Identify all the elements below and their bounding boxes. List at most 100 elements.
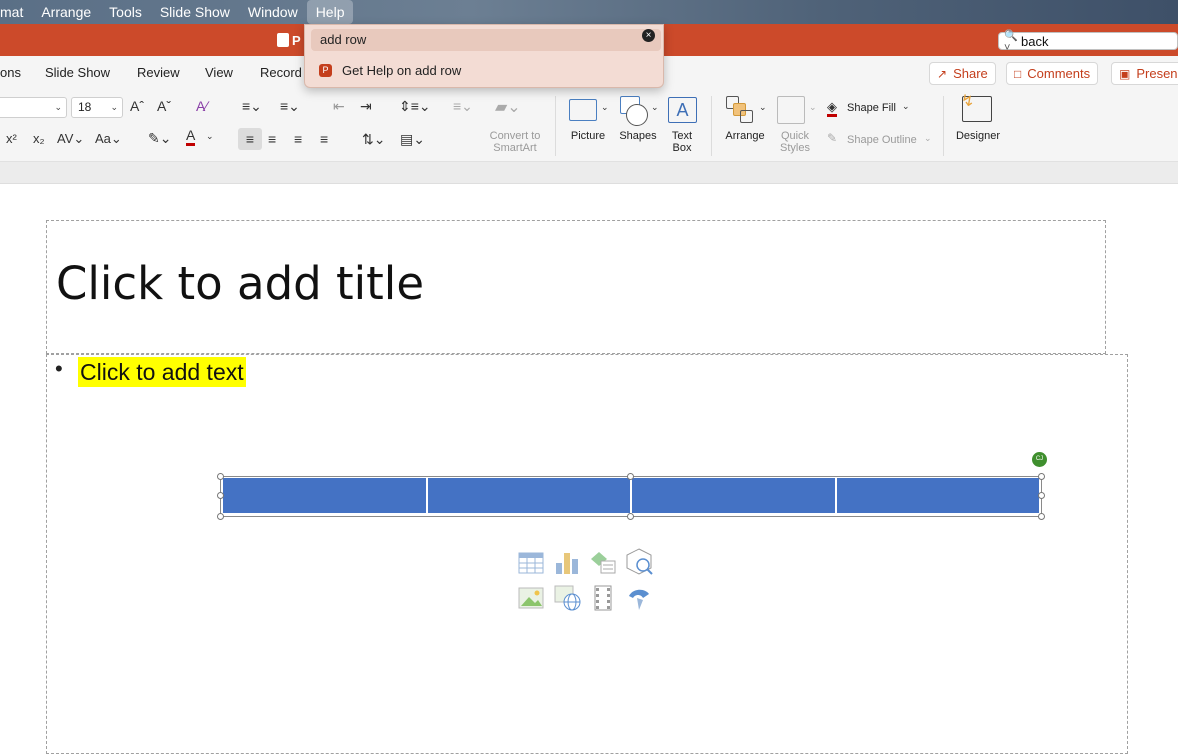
search-value: back [1021, 33, 1049, 49]
menu-help[interactable]: Help [306, 0, 354, 24]
resize-handle[interactable] [217, 473, 224, 480]
shapes-label[interactable]: Shapes [616, 130, 660, 142]
chevron-down-icon[interactable]: ⌄ [206, 131, 214, 142]
align-left-icon[interactable]: ≡ [238, 128, 262, 150]
font-name-select[interactable]: ⌄ [0, 97, 67, 118]
insert-picture-icon[interactable] [517, 584, 545, 612]
insert-chart-icon[interactable] [553, 549, 581, 577]
shape-fill-label[interactable]: Shape Fill [847, 102, 896, 114]
align-text-icon[interactable]: ▤⌄ [400, 131, 425, 148]
tab-view[interactable]: View [205, 65, 233, 80]
insert-smartart-icon[interactable] [589, 549, 617, 577]
insert-video-icon[interactable] [589, 584, 617, 612]
comments-label: Comments [1027, 66, 1091, 81]
arrange-icon-front [740, 110, 753, 123]
help-search-input[interactable]: add row [311, 29, 661, 51]
shape-outline-icon[interactable]: ✎ [827, 131, 837, 145]
quick-styles-icon[interactable] [777, 96, 805, 124]
chevron-down-icon[interactable]: ⌄ [902, 101, 910, 112]
increase-font-icon[interactable]: Aˆ [130, 98, 144, 114]
help-result-item[interactable]: P Get Help on add row [319, 63, 461, 78]
change-case-icon[interactable]: Aa⌄ [95, 131, 122, 147]
table-cell[interactable] [632, 478, 837, 513]
clear-search-icon[interactable]: × [642, 29, 655, 42]
tab-animations[interactable]: ons [0, 65, 21, 80]
comments-button[interactable]: □ Comments [1006, 62, 1099, 85]
justify-icon[interactable]: ≡ [320, 131, 328, 147]
resize-handle[interactable] [217, 492, 224, 499]
menu-format[interactable]: mat [0, 0, 32, 24]
powerpoint-icon: P [319, 64, 332, 77]
numbering-icon[interactable]: ≡⌄ [280, 98, 300, 115]
bullet-marker: • [55, 356, 63, 381]
present-button[interactable]: ▣ Presen [1111, 62, 1178, 85]
insert-icons-icon[interactable] [625, 584, 653, 612]
resize-handle[interactable] [627, 473, 634, 480]
insert-3d-model-icon[interactable] [625, 547, 653, 575]
designer-label[interactable]: Designer [950, 130, 1006, 142]
tab-record[interactable]: Record [260, 65, 302, 80]
chevron-down-icon[interactable]: ⌄ [651, 102, 659, 113]
menu-arrange[interactable]: Arrange [32, 0, 100, 24]
resize-handle[interactable] [1038, 473, 1045, 480]
present-label: Presen [1136, 66, 1178, 81]
shape-fill-icon[interactable]: ◈ [827, 100, 837, 117]
title-placeholder[interactable]: Click to add title [46, 220, 1106, 354]
body-placeholder-text[interactable]: Click to add text [78, 357, 246, 387]
resize-handle[interactable] [1038, 513, 1045, 520]
resize-handle[interactable] [1038, 492, 1045, 499]
text-box-icon[interactable]: A [668, 97, 697, 123]
lightning-icon: ↯ [961, 93, 975, 110]
tab-review[interactable]: Review [137, 65, 180, 80]
chevron-down-icon[interactable]: ⌄ [601, 102, 609, 113]
line-spacing-icon[interactable]: ⇕≡⌄ [399, 98, 431, 115]
chevron-down-icon[interactable]: ⌄ [809, 102, 817, 113]
arrange-label[interactable]: Arrange [718, 130, 772, 142]
chevron-down-icon[interactable]: ⌄ [759, 102, 767, 113]
menu-window[interactable]: Window [239, 0, 307, 24]
align-center-icon[interactable]: ≡ [268, 131, 276, 147]
columns-icon[interactable]: ≡⌄ [453, 98, 473, 115]
help-result-label: Get Help on add row [342, 63, 462, 78]
quick-styles-label-1: Quick [780, 130, 810, 142]
table-row[interactable] [223, 478, 1039, 513]
text-box-label-2[interactable]: Box [662, 142, 702, 154]
font-size-select[interactable]: 18 ⌄ [71, 97, 123, 118]
resize-handle[interactable] [627, 513, 634, 520]
font-color-icon[interactable]: A [186, 128, 196, 146]
picture-icon[interactable] [569, 99, 597, 121]
insert-table-icon[interactable] [517, 549, 545, 577]
tab-slide-show[interactable]: Slide Show [45, 65, 110, 80]
text-direction-icon[interactable]: ⇅⌄ [362, 131, 385, 148]
convert-smartart-label-1: Convert to [489, 130, 541, 142]
search-icon: 🔍˅ [1004, 29, 1018, 54]
decrease-font-icon[interactable]: Aˇ [157, 98, 171, 114]
text-box-label-1[interactable]: Text [662, 130, 702, 142]
highlight-color-icon[interactable]: ✎⌄ [148, 130, 171, 147]
body-placeholder[interactable] [46, 354, 1128, 754]
picture-label[interactable]: Picture [566, 130, 610, 142]
clear-formatting-icon[interactable]: A∕ [196, 98, 208, 114]
align-right-icon[interactable]: ≡ [294, 131, 302, 147]
share-icon: ↗ [937, 66, 948, 81]
share-button[interactable]: ↗ Share [929, 62, 996, 85]
document-title: P [292, 33, 301, 48]
menu-tools[interactable]: Tools [100, 0, 151, 24]
chevron-down-icon[interactable]: ⌄ [924, 133, 932, 144]
table-cell[interactable] [836, 478, 1039, 513]
bullets-icon[interactable]: ≡⌄ [242, 98, 262, 115]
present-icon: ▣ [1119, 66, 1131, 81]
table-cell[interactable] [427, 478, 632, 513]
quick-styles-label-2: Styles [780, 142, 810, 154]
table-cell[interactable] [223, 478, 428, 513]
insert-online-picture-icon[interactable] [553, 584, 581, 612]
character-spacing-icon[interactable]: AV⌄ [57, 131, 84, 147]
subscript-icon[interactable]: x₂ [33, 131, 45, 146]
search-field[interactable]: 🔍˅ back [998, 30, 1178, 54]
resize-handle[interactable] [217, 513, 224, 520]
superscript-icon[interactable]: x² [6, 131, 17, 146]
smartart-icon[interactable]: ▰⌄ [495, 97, 521, 117]
decrease-indent-icon[interactable]: ⇤ [333, 98, 345, 115]
increase-indent-icon[interactable]: ⇥ [360, 98, 372, 115]
menu-slide-show[interactable]: Slide Show [151, 0, 239, 24]
